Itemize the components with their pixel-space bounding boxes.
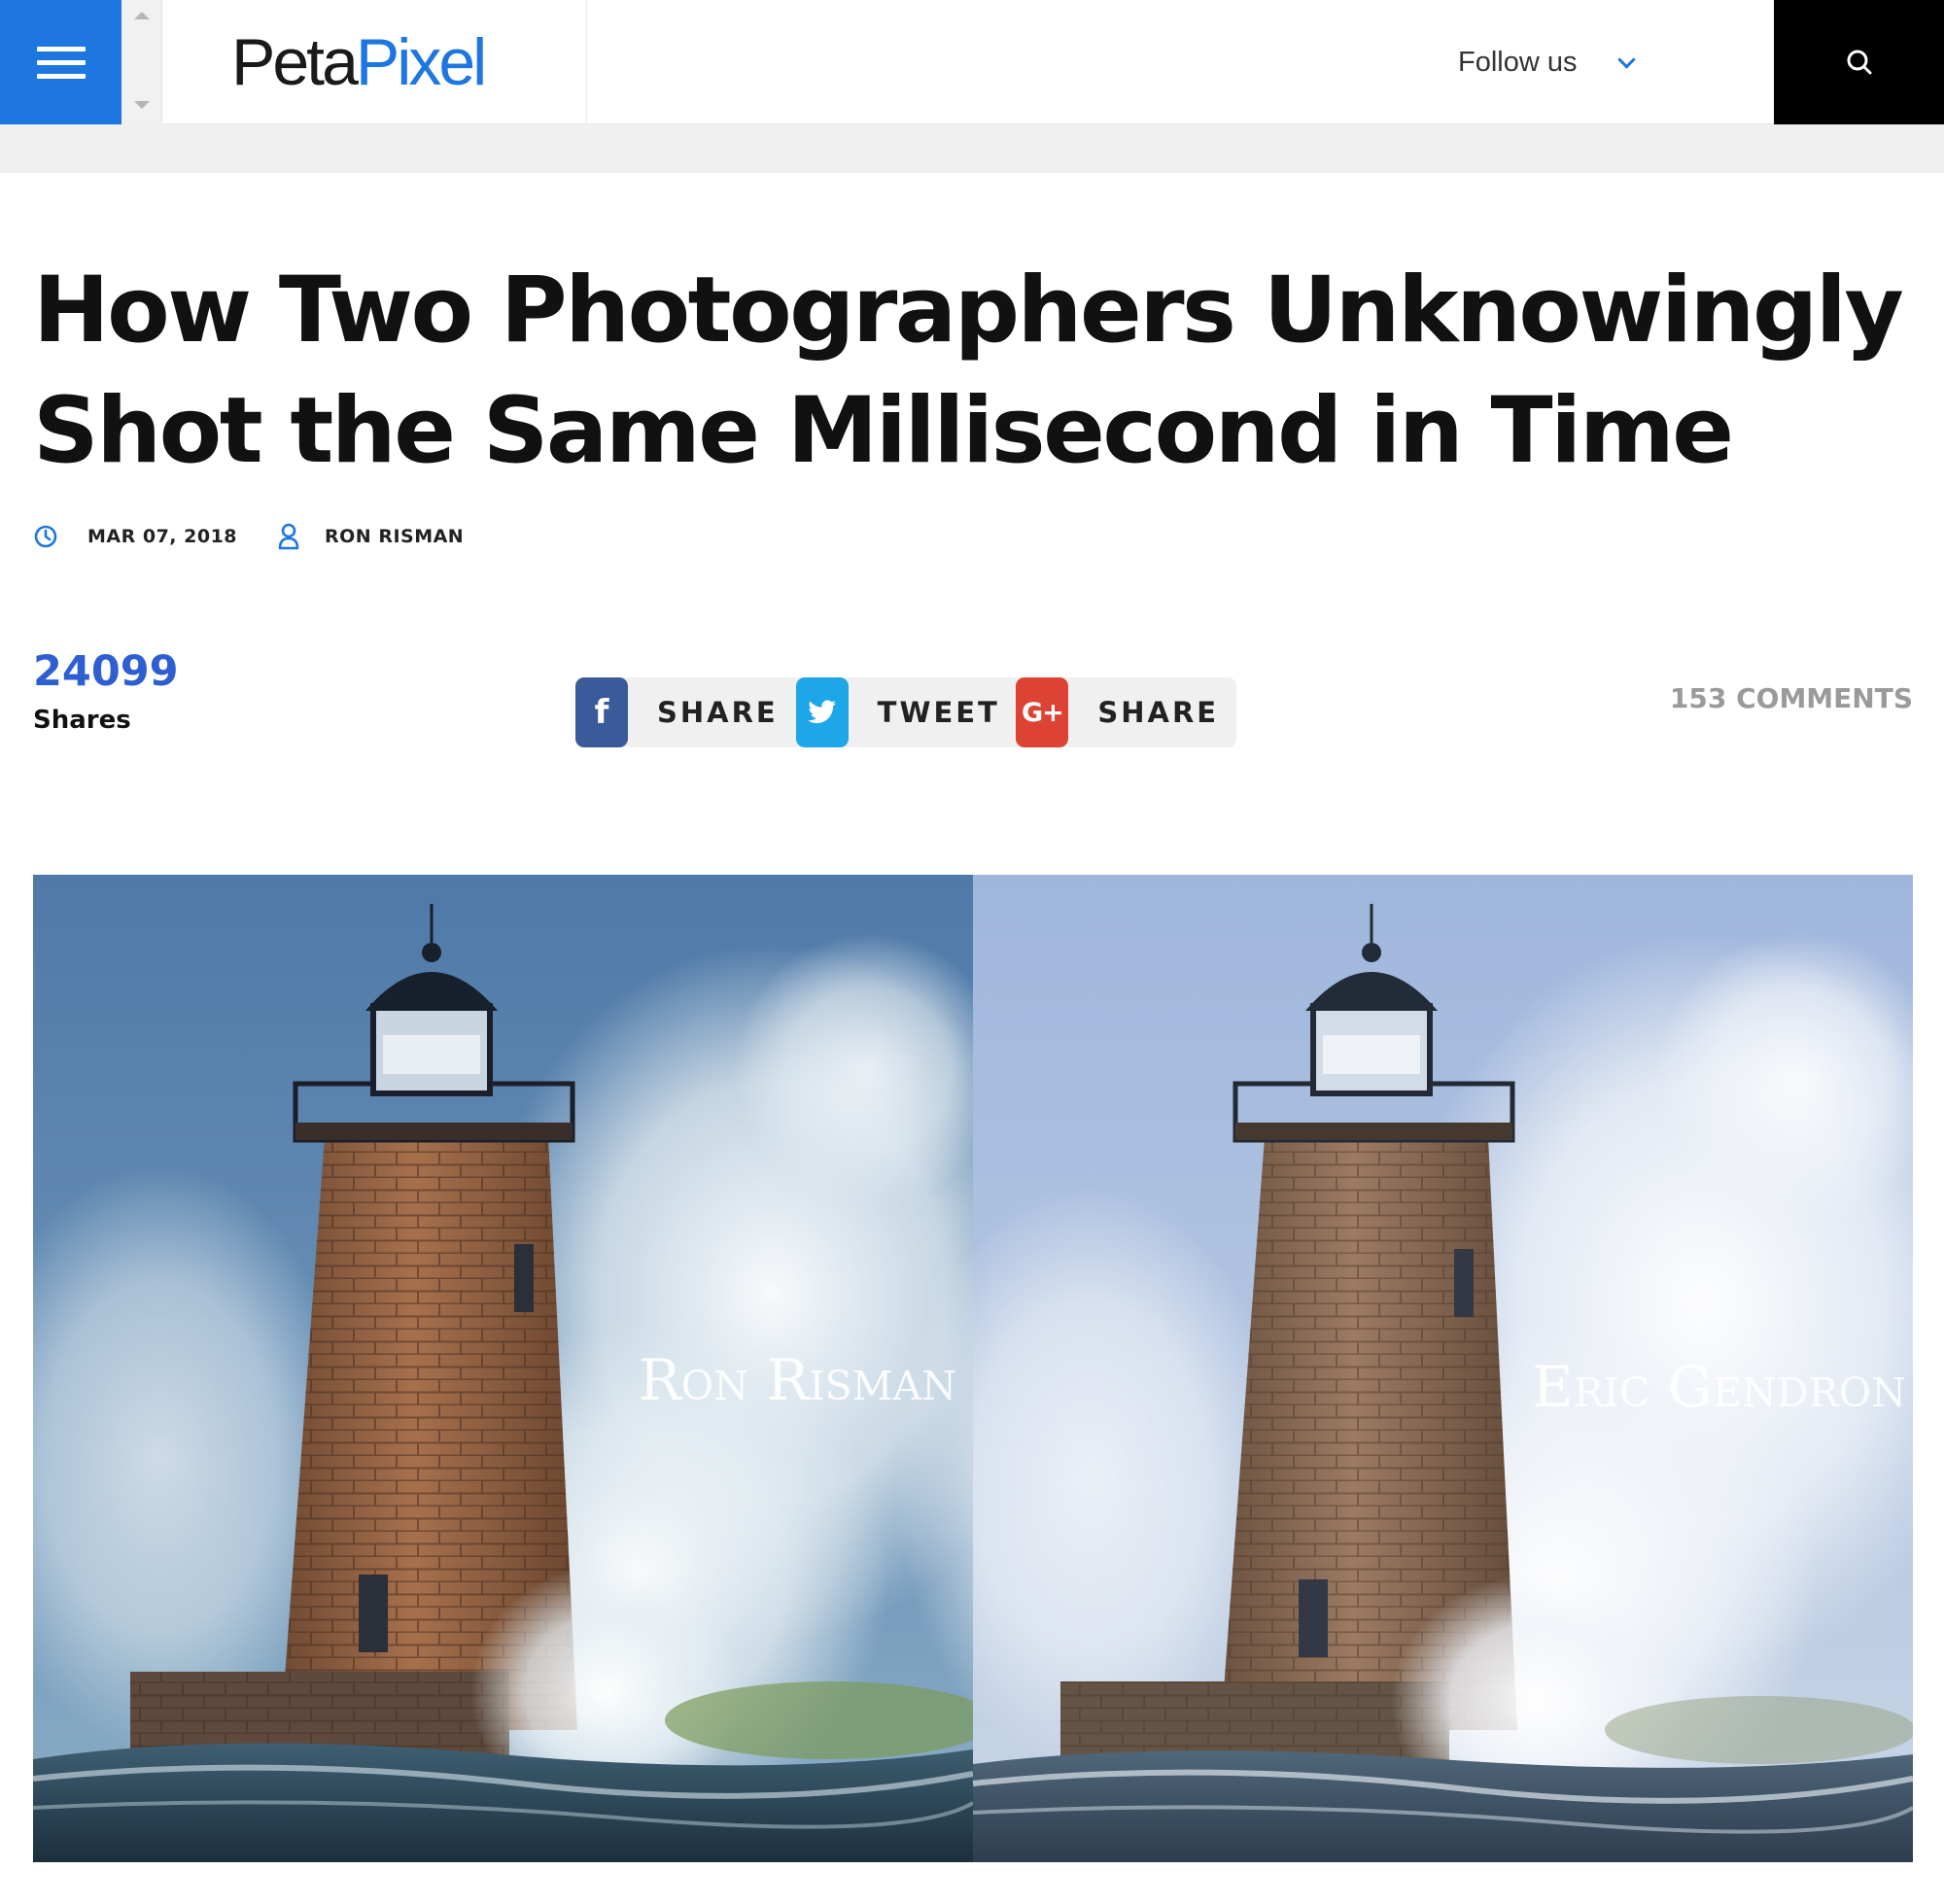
search-icon [1847,50,1871,75]
article-author-link[interactable]: RON RISMAN [325,526,464,547]
article-title: How Two Photographers Unknowingly Shot t… [33,258,1904,484]
hamburger-menu-icon [36,46,86,52]
header-scrollbar[interactable] [122,0,162,124]
follow-us-label: Follow us [1458,46,1578,78]
hamburger-menu-icon-bar [36,59,86,65]
chevron-down-icon [1616,50,1636,69]
hamburger-menu-icon-bar [36,73,86,79]
article-date: MAR 07, 2018 [87,526,238,547]
google-plus-share-label: SHARE [1097,696,1220,729]
lighthouse-comparison-photo: Ron Risman Eric Gendron [33,875,1913,1862]
google-plus-share-button[interactable]: G+ SHARE [1016,677,1236,747]
user-icon [278,523,299,550]
header-separator [0,124,1944,173]
facebook-share-button[interactable]: f SHARE [575,677,796,747]
clock-icon [34,525,57,548]
site-logo: PetaPixel [231,29,487,95]
facebook-icon-glyph: f [594,693,609,732]
facebook-share-label: SHARE [657,696,779,729]
scroll-down-arrow-icon[interactable] [133,101,150,109]
logo-link[interactable]: PetaPixel [162,0,587,124]
twitter-icon [795,677,849,747]
search-button[interactable] [1774,0,1944,124]
facebook-icon: f [575,677,628,747]
twitter-tweet-button[interactable]: TWEET [795,677,1017,747]
hamburger-menu-button[interactable] [0,0,122,124]
twitter-bird-icon [807,700,836,723]
twitter-tweet-label: TWEET [877,696,1000,729]
right-photo: Eric Gendron [895,875,1913,1862]
logo-text-peta: Peta [231,25,359,99]
logo-text-pixel: Pixel [355,25,487,99]
google-plus-icon: G+ [1016,677,1069,747]
scroll-up-arrow-icon[interactable] [133,12,150,19]
follow-us-dropdown[interactable]: Follow us [1458,0,1636,124]
hero-image: Ron Risman Eric Gendron [33,875,1913,1862]
share-count-label: Shares [33,706,131,735]
share-count: 24099 [33,647,179,696]
google-plus-icon-glyph: G+ [1021,697,1064,728]
right-photo-credit: Eric Gendron [1532,1354,1906,1420]
left-photo: Ron Risman [33,875,1063,1862]
comments-link[interactable]: 153 COMMENTS [1670,682,1913,714]
article-meta: MAR 07, 2018 RON RISMAN [33,523,464,550]
share-buttons: f SHARE TWEET G+ SHARE [575,677,1236,747]
site-header: PetaPixel Follow us [0,0,1944,124]
